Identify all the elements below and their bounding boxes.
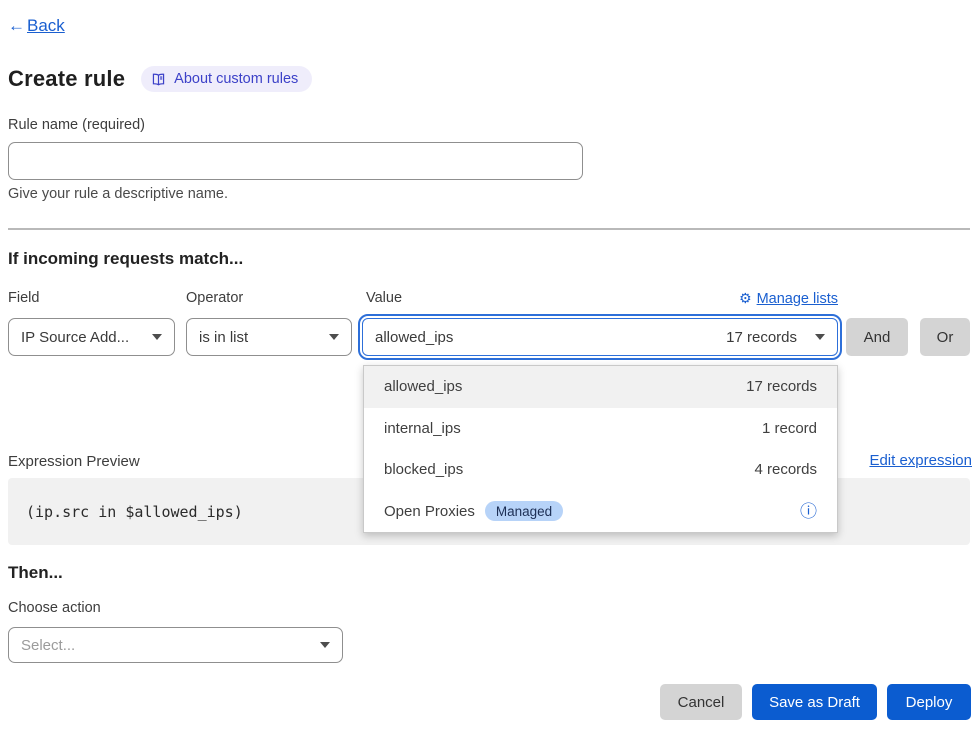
rule-name-label: Rule name (required) xyxy=(8,117,145,133)
operator-label: Operator xyxy=(186,290,243,306)
create-rule-page: ←Back Create rule About custom rules Rul… xyxy=(0,0,979,739)
footer-actions: Cancel Save as Draft Deploy xyxy=(660,684,971,720)
value-dropdown-menu: allowed_ips 17 records internal_ips 1 re… xyxy=(363,365,838,533)
cancel-button[interactable]: Cancel xyxy=(660,684,742,720)
back-link[interactable]: ←Back xyxy=(8,16,65,36)
list-item-name: blocked_ips xyxy=(384,461,463,478)
match-section-heading: If incoming requests match... xyxy=(8,249,243,269)
about-custom-rules-link[interactable]: About custom rules xyxy=(141,66,312,92)
list-item-blocked-ips[interactable]: blocked_ips 4 records xyxy=(364,449,837,491)
manage-lists-link[interactable]: ⚙ Manage lists xyxy=(739,290,838,307)
value-select-selected: allowed_ips xyxy=(375,329,453,346)
page-title: Create rule xyxy=(8,66,125,92)
list-item-name: Open Proxies xyxy=(384,503,475,520)
field-select[interactable]: IP Source Add... xyxy=(8,318,175,356)
edit-expression-link[interactable]: Edit expression xyxy=(869,452,972,469)
field-select-value: IP Source Add... xyxy=(21,329,129,346)
header: Create rule About custom rules xyxy=(8,66,312,92)
list-item-name: internal_ips xyxy=(384,420,461,437)
or-button[interactable]: Or xyxy=(920,318,970,356)
info-icon[interactable]: ⓘ xyxy=(800,503,817,520)
and-button[interactable]: And xyxy=(846,318,908,356)
list-item-allowed-ips[interactable]: allowed_ips 17 records xyxy=(364,366,837,408)
managed-badge: Managed xyxy=(485,501,563,521)
rule-name-input[interactable] xyxy=(8,142,583,180)
choose-action-label: Choose action xyxy=(8,600,101,616)
expression-code: (ip.src in $allowed_ips) xyxy=(26,503,243,521)
manage-lists-label: Manage lists xyxy=(757,291,838,307)
back-arrow-icon: ← xyxy=(8,16,25,36)
chevron-down-icon xyxy=(815,334,825,340)
action-select-placeholder: Select... xyxy=(21,637,75,654)
chevron-down-icon xyxy=(152,334,162,340)
then-section-heading: Then... xyxy=(8,563,63,583)
expression-preview-label: Expression Preview xyxy=(8,453,140,470)
value-label: Value xyxy=(366,290,402,306)
field-label: Field xyxy=(8,290,39,306)
chevron-down-icon xyxy=(320,642,330,648)
deploy-button[interactable]: Deploy xyxy=(887,684,971,720)
value-select-record-count: 17 records xyxy=(726,329,797,346)
operator-select[interactable]: is in list xyxy=(186,318,352,356)
value-select[interactable]: allowed_ips 17 records xyxy=(362,318,838,356)
action-select[interactable]: Select... xyxy=(8,627,343,663)
list-item-meta: 17 records xyxy=(746,378,817,395)
gear-icon: ⚙ xyxy=(739,290,752,307)
list-item-name: allowed_ips xyxy=(384,378,462,395)
section-divider xyxy=(8,228,970,230)
list-item-meta: 1 record xyxy=(762,420,817,437)
operator-select-value: is in list xyxy=(199,329,248,346)
list-item-meta: 4 records xyxy=(754,461,817,478)
list-item-internal-ips[interactable]: internal_ips 1 record xyxy=(364,408,837,450)
chevron-down-icon xyxy=(329,334,339,340)
back-label: Back xyxy=(27,16,65,36)
about-custom-rules-label: About custom rules xyxy=(174,71,298,87)
rule-name-helper: Give your rule a descriptive name. xyxy=(8,186,228,202)
book-icon xyxy=(151,72,166,87)
list-item-open-proxies[interactable]: Open Proxies Managed ⓘ xyxy=(364,491,837,533)
value-select-focus-ring: allowed_ips 17 records xyxy=(358,314,842,360)
save-as-draft-button[interactable]: Save as Draft xyxy=(752,684,877,720)
